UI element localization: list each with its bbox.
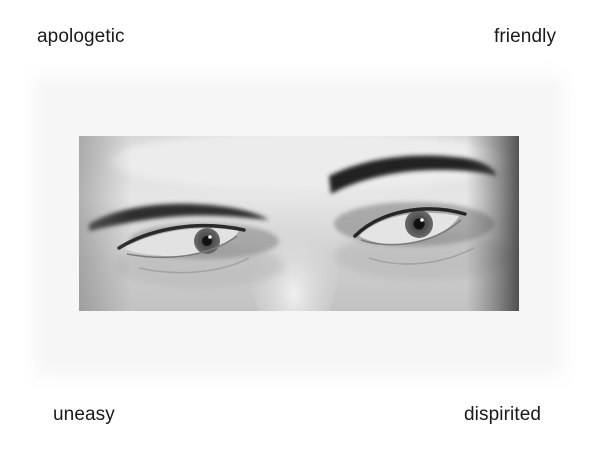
emotion-option-top-left[interactable]: apologetic bbox=[37, 27, 125, 46]
emotion-option-top-right[interactable]: friendly bbox=[494, 27, 556, 46]
emotion-option-bottom-right[interactable]: dispirited bbox=[464, 405, 541, 424]
eyes-image bbox=[79, 136, 519, 311]
emotion-option-bottom-left[interactable]: uneasy bbox=[53, 405, 115, 424]
eyes-photo bbox=[79, 136, 519, 311]
